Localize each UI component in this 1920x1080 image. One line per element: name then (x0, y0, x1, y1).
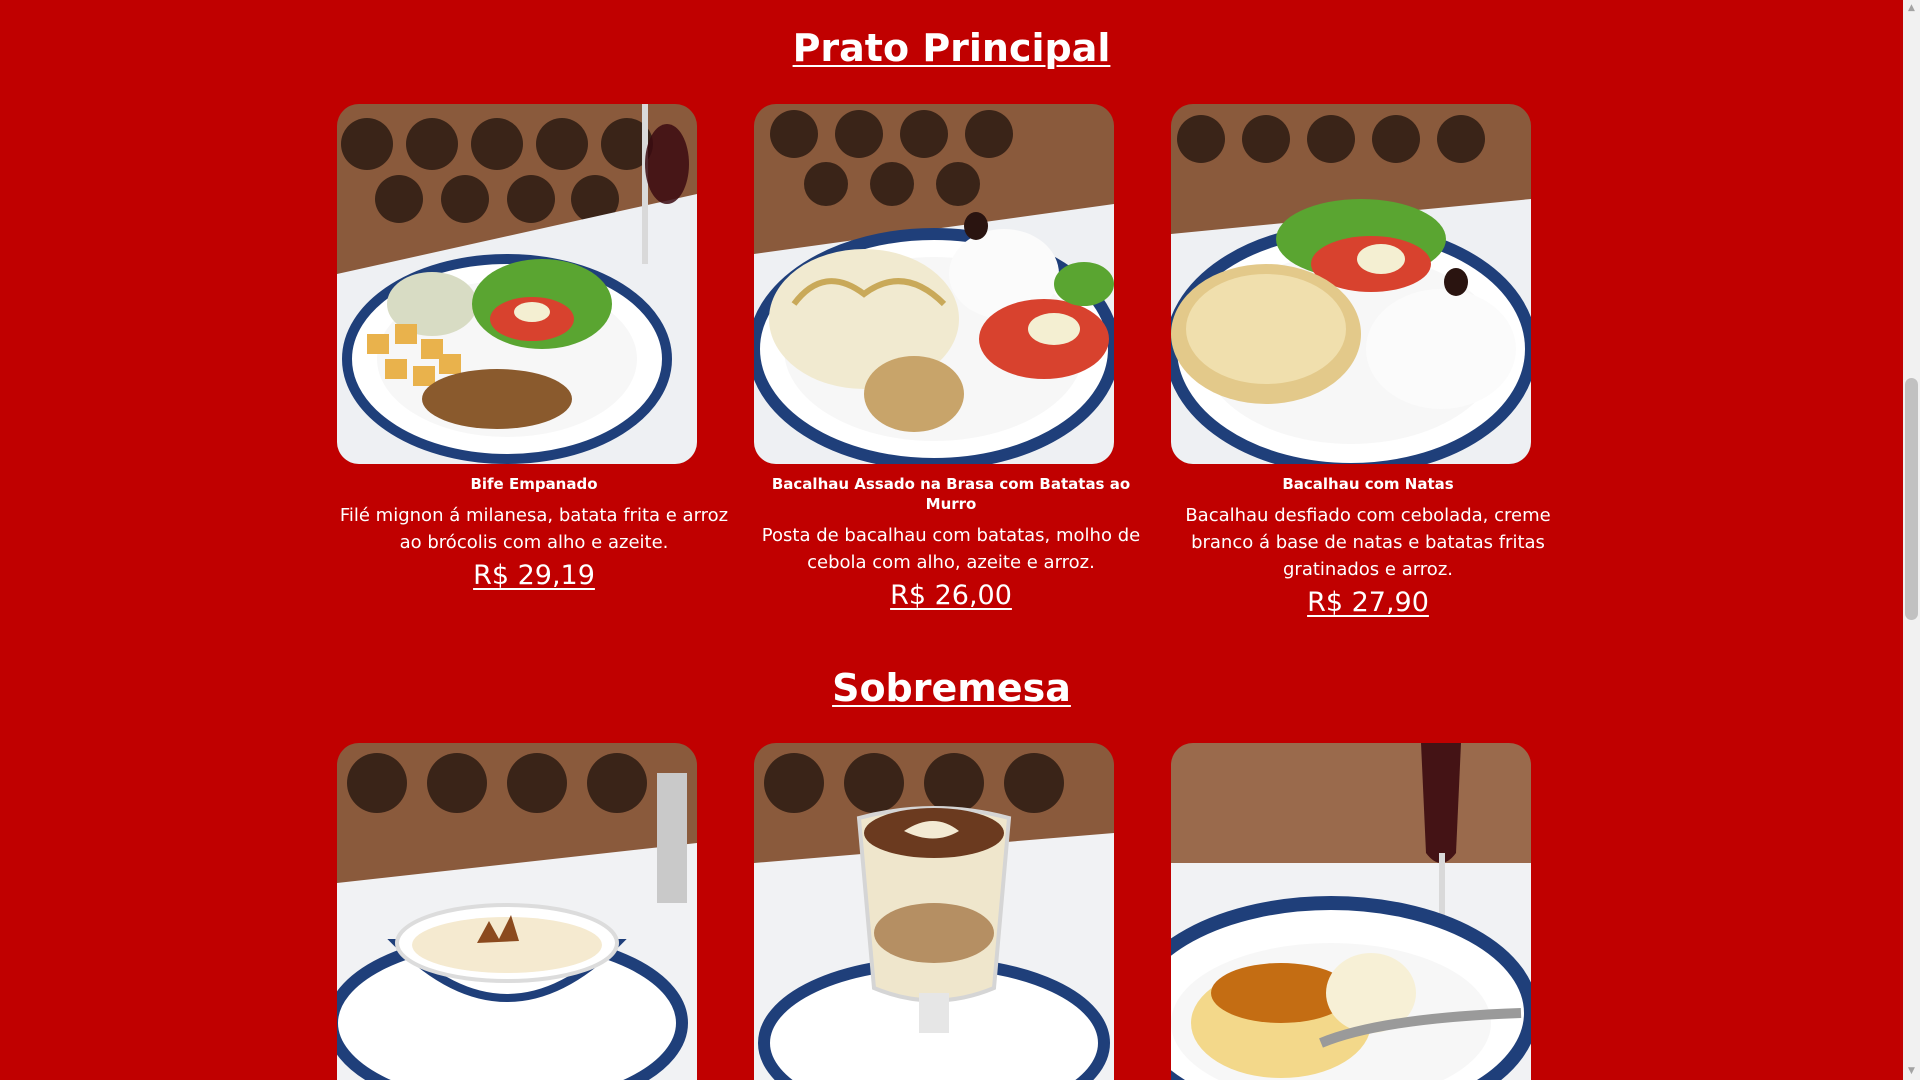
menu-card-dessert (754, 743, 1148, 1080)
menu-card-bacalhau-com-natas: Bacalhau com Natas Bacalhau desfiado com… (1171, 104, 1565, 618)
dish-name: Bacalhau com Natas (1282, 475, 1454, 493)
menu-page: Prato Principal Bife Empanado Filé migno… (0, 0, 1903, 1080)
scroll-down-icon[interactable]: ▼ (1903, 1063, 1920, 1080)
grilled-cod-plate-photo (754, 104, 1114, 464)
flan-plate-photo (1171, 743, 1531, 1080)
menu-card-bife-empanado: Bife Empanado Filé mignon á milanesa, ba… (337, 104, 731, 591)
section-title-sobremesa: Sobremesa (832, 666, 1071, 710)
cod-with-cream-plate-photo (1171, 104, 1531, 464)
dessert-glass-photo (754, 743, 1114, 1080)
menu-card-dessert (337, 743, 731, 1080)
custard-cup-photo (337, 743, 697, 1080)
dish-description: Posta de bacalhau com batatas, molho de … (761, 525, 1141, 573)
menu-card-dessert (1171, 743, 1565, 1080)
dish-price[interactable]: R$ 29,19 (337, 560, 731, 591)
dish-description: Bacalhau desfiado com cebolada, creme br… (1185, 505, 1551, 580)
dish-price[interactable]: R$ 26,00 (754, 580, 1148, 611)
dish-price[interactable]: R$ 27,90 (1171, 587, 1565, 618)
scrollbar-thumb[interactable] (1905, 378, 1918, 620)
breaded-steak-plate-photo (337, 104, 697, 464)
scroll-up-icon[interactable]: ▲ (1903, 0, 1920, 17)
menu-card-bacalhau-assado: Bacalhau Assado na Brasa com Batatas ao … (754, 104, 1148, 611)
section-title-prato-principal: Prato Principal (792, 26, 1111, 70)
dish-name: Bacalhau Assado na Brasa com Batatas ao … (771, 475, 1131, 513)
dish-description: Filé mignon á milanesa, batata frita e a… (339, 505, 729, 553)
page-scrollbar[interactable]: ▲ ▼ (1903, 0, 1920, 1080)
dish-name: Bife Empanado (470, 475, 598, 493)
